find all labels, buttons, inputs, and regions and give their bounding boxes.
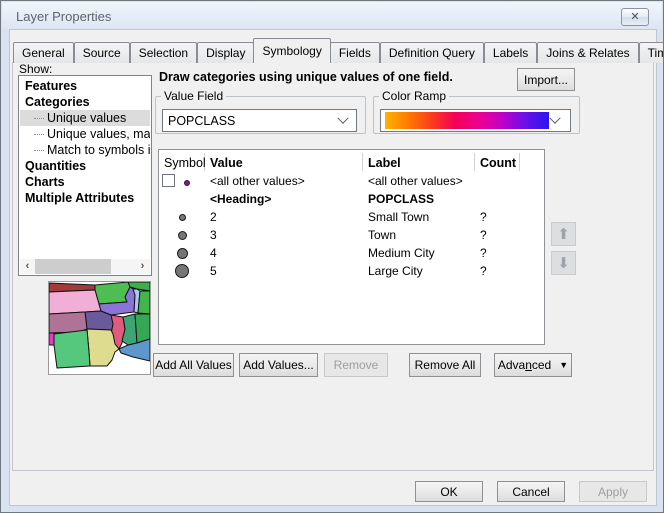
value-cell: 5	[205, 264, 363, 278]
show-item-unique-values-many[interactable]: Unique values, many	[20, 126, 150, 142]
table-row[interactable]: <all other values><all other values>	[159, 172, 544, 190]
map-preview-image	[49, 282, 150, 374]
tab-display[interactable]: Display	[197, 42, 254, 63]
table-body: <all other values><all other values><Hea…	[159, 172, 544, 280]
tab-strip: GeneralSourceSelectionDisplaySymbologyFi…	[13, 38, 653, 63]
label-cell: Medium City	[363, 246, 475, 260]
table-row[interactable]: 2Small Town?	[159, 208, 544, 226]
label-cell: Small Town	[363, 210, 475, 224]
value-cell: <all other values>	[205, 174, 363, 188]
scroll-right-icon[interactable]: ›	[135, 259, 150, 274]
scrollbar-thumb[interactable]	[35, 259, 111, 274]
tab-fields[interactable]: Fields	[330, 42, 380, 63]
value-cell: 2	[205, 210, 363, 224]
ok-button[interactable]: OK	[415, 481, 483, 502]
titlebar[interactable]: Layer Properties ✕	[2, 2, 662, 29]
column-header-value[interactable]: Value	[205, 153, 363, 171]
chevron-down-icon	[337, 112, 348, 123]
tab-labels[interactable]: Labels	[484, 42, 537, 63]
show-item-quantities[interactable]: Quantities	[20, 158, 150, 174]
show-label: Show:	[17, 62, 54, 76]
tab-definition-query[interactable]: Definition Query	[380, 42, 484, 63]
value-cell: 4	[205, 246, 363, 260]
tab-selection[interactable]: Selection	[130, 42, 197, 63]
show-item-categories[interactable]: Categories	[20, 94, 150, 110]
apply-button[interactable]: Apply	[579, 481, 647, 502]
map-preview	[49, 282, 150, 374]
label-cell: Town	[363, 228, 475, 242]
symbol-dot-icon[interactable]	[184, 180, 190, 186]
symbol-cell	[159, 262, 205, 280]
label-cell: POPCLASS	[363, 192, 475, 206]
tab-source[interactable]: Source	[74, 42, 130, 63]
move-up-button[interactable]: ⬆	[551, 222, 576, 246]
symbol-cell	[159, 226, 205, 244]
cancel-button[interactable]: Cancel	[497, 481, 565, 502]
add-all-values-button[interactable]: Add All Values	[153, 353, 234, 377]
value-cell: <Heading>	[205, 192, 363, 206]
dialog-body: GeneralSourceSelectionDisplaySymbologyFi…	[9, 29, 657, 506]
label-cell: <all other values>	[363, 174, 475, 188]
tab-joins-relates[interactable]: Joins & Relates	[537, 42, 638, 63]
value-field-group: Value Field POPCLASS	[155, 89, 366, 134]
label-cell: Large City	[363, 264, 475, 278]
add-values--button[interactable]: Add Values...	[239, 353, 318, 377]
color-ramp-gradient	[385, 112, 549, 129]
symbol-cell	[159, 190, 205, 208]
symbol-circle-icon[interactable]	[175, 264, 189, 278]
table-header: SymbolValueLabelCount	[159, 150, 544, 172]
advanced-button[interactable]: Advanced▼	[494, 353, 572, 377]
remove-all-button[interactable]: Remove All	[409, 353, 481, 377]
symbol-circle-icon[interactable]	[177, 248, 188, 259]
chevron-down-icon	[549, 112, 560, 123]
show-item-charts[interactable]: Charts	[20, 174, 150, 190]
tab-symbology[interactable]: Symbology	[253, 38, 330, 63]
color-ramp-label: Color Ramp	[379, 89, 449, 103]
tab-time[interactable]: Time	[639, 42, 664, 63]
show-item-multiple-attributes[interactable]: Multiple Attributes	[20, 190, 150, 206]
symbol-circle-icon[interactable]	[179, 214, 186, 221]
value-cell: 3	[205, 228, 363, 242]
count-cell: ?	[475, 228, 520, 242]
count-cell: ?	[475, 246, 520, 260]
method-description: Draw categories using unique values of o…	[159, 70, 453, 84]
symbol-cell	[159, 208, 205, 226]
value-field-label: Value Field	[161, 89, 226, 103]
remove-button[interactable]: Remove	[324, 353, 388, 377]
show-item-features[interactable]: Features	[20, 78, 150, 94]
table-row[interactable]: 4Medium City?	[159, 244, 544, 262]
table-row[interactable]: 3Town?	[159, 226, 544, 244]
table-row[interactable]: 5Large City?	[159, 262, 544, 280]
symbol-cell	[159, 244, 205, 262]
show-listbox[interactable]: FeaturesCategoriesUnique valuesUnique va…	[18, 75, 152, 276]
values-table[interactable]: SymbolValueLabelCount <all other values>…	[158, 149, 545, 345]
show-list-items: FeaturesCategoriesUnique valuesUnique va…	[20, 77, 150, 259]
column-header-symbol[interactable]: Symbol	[159, 153, 205, 171]
window-title: Layer Properties	[16, 9, 111, 24]
count-cell: ?	[475, 210, 520, 224]
layer-properties-dialog: Layer Properties ✕ GeneralSourceSelectio…	[0, 0, 664, 513]
show-item-unique-values[interactable]: Unique values	[20, 110, 150, 126]
close-button[interactable]: ✕	[621, 8, 649, 26]
symbol-circle-icon[interactable]	[178, 231, 187, 240]
tab-page-symbology: Show: FeaturesCategoriesUnique valuesUni…	[12, 62, 654, 471]
horizontal-scrollbar[interactable]: ‹ ›	[20, 259, 150, 274]
color-ramp-group: Color Ramp	[373, 89, 580, 134]
move-down-button[interactable]: ⬇	[551, 251, 576, 275]
value-field-value: POPCLASS	[168, 114, 339, 128]
symbol-cell	[159, 172, 205, 190]
column-header-count[interactable]: Count	[475, 153, 520, 171]
count-cell: ?	[475, 264, 520, 278]
show-item-match-to-symbols-in-a[interactable]: Match to symbols in a	[20, 142, 150, 158]
scrollbar-track[interactable]	[35, 259, 135, 274]
tab-general[interactable]: General	[13, 42, 74, 63]
import-button[interactable]: Import...	[517, 68, 575, 91]
dropdown-caret-icon: ▼	[559, 360, 568, 370]
color-ramp-dropdown[interactable]	[380, 109, 571, 132]
table-row[interactable]: <Heading>POPCLASS	[159, 190, 544, 208]
scroll-left-icon[interactable]: ‹	[20, 259, 35, 274]
value-field-dropdown[interactable]: POPCLASS	[162, 109, 357, 132]
all-other-values-checkbox[interactable]	[162, 174, 175, 187]
column-header-label[interactable]: Label	[363, 153, 475, 171]
